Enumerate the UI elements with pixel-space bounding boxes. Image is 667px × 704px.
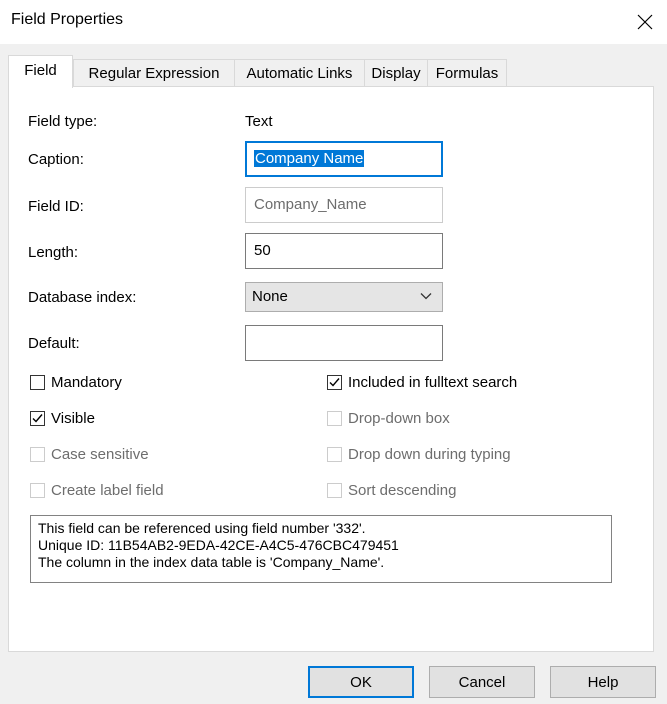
info-line-unique-id: Unique ID: 11B54AB2-9EDA-42CE-A4C5-476CB… — [38, 537, 399, 553]
ok-button[interactable]: OK — [308, 666, 414, 698]
caption-value: Company Name — [254, 150, 365, 167]
info-line-column: The column in the index data table is 'C… — [38, 554, 385, 570]
case-sensitive-checkbox: Case sensitive — [30, 446, 149, 463]
checkmark-icon — [329, 378, 340, 387]
create-label-field-box — [30, 483, 45, 498]
length-label: Length: — [28, 244, 79, 261]
visible-label: Visible — [51, 410, 95, 427]
tab-strip: Field Regular Expression Automatic Links… — [8, 55, 656, 88]
mandatory-box[interactable] — [30, 375, 45, 390]
drop-down-typing-checkbox: Drop down during typing — [327, 446, 511, 463]
window-title: Field Properties — [11, 11, 124, 28]
default-input[interactable] — [245, 325, 443, 361]
length-value: 50 — [254, 242, 271, 259]
field-id-value: Company_Name — [254, 196, 367, 213]
visible-box[interactable] — [30, 411, 45, 426]
included-fulltext-label: Included in fulltext search — [348, 374, 518, 391]
sort-descending-checkbox: Sort descending — [327, 482, 456, 499]
sort-descending-box — [327, 483, 342, 498]
mandatory-label: Mandatory — [51, 374, 122, 391]
chevron-down-icon — [420, 293, 432, 300]
title-bar: Field Properties — [0, 0, 667, 44]
database-index-value: None — [252, 288, 288, 305]
sort-descending-label: Sort descending — [348, 482, 457, 499]
field-type-value: Text — [245, 113, 273, 130]
included-fulltext-box[interactable] — [327, 375, 342, 390]
tab-display[interactable]: Display — [364, 59, 428, 87]
caption-label: Caption: — [28, 151, 84, 168]
create-label-field-checkbox: Create label field — [30, 482, 164, 499]
default-label: Default: — [28, 335, 80, 352]
database-index-label: Database index: — [28, 289, 137, 306]
case-sensitive-box — [30, 447, 45, 462]
drop-down-box-checkbox: Drop-down box — [327, 410, 450, 427]
tab-regular-expression[interactable]: Regular Expression — [73, 59, 235, 87]
close-icon — [637, 14, 653, 30]
tab-field[interactable]: Field — [8, 55, 73, 88]
close-button[interactable] — [623, 0, 667, 44]
drop-down-typing-label: Drop down during typing — [348, 446, 511, 463]
cancel-button[interactable]: Cancel — [429, 666, 535, 698]
field-info-box: This field can be referenced using field… — [30, 515, 612, 583]
drop-down-box-box — [327, 411, 342, 426]
length-input[interactable]: 50 — [245, 233, 443, 269]
info-line-field-number: This field can be referenced using field… — [38, 520, 366, 536]
tab-formulas[interactable]: Formulas — [427, 59, 507, 87]
included-fulltext-checkbox[interactable]: Included in fulltext search — [327, 374, 517, 391]
database-index-select[interactable]: None — [245, 282, 443, 312]
visible-checkbox[interactable]: Visible — [30, 410, 95, 427]
drop-down-box-label: Drop-down box — [348, 410, 450, 427]
caption-input[interactable]: Company Name — [245, 141, 443, 177]
checkmark-icon — [32, 414, 43, 423]
mandatory-checkbox[interactable]: Mandatory — [30, 374, 122, 391]
field-id-input: Company_Name — [245, 187, 443, 223]
field-type-label: Field type: — [28, 113, 98, 130]
case-sensitive-label: Case sensitive — [51, 446, 149, 463]
field-id-label: Field ID: — [28, 198, 84, 215]
create-label-field-label: Create label field — [51, 482, 164, 499]
tab-automatic-links[interactable]: Automatic Links — [234, 59, 365, 87]
help-button[interactable]: Help — [550, 666, 656, 698]
drop-down-typing-box — [327, 447, 342, 462]
